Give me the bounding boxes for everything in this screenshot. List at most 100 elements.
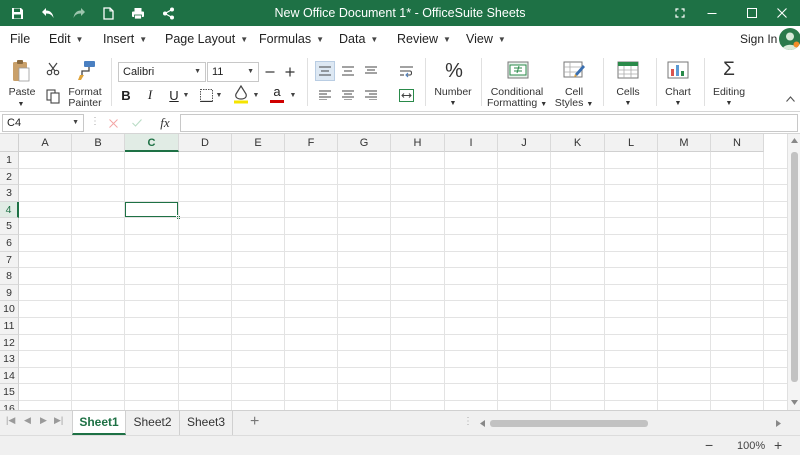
menu-page-layout[interactable]: Page Layout ▼ [165,26,248,52]
cut-icon[interactable] [44,60,62,78]
chart-label[interactable]: Chart [656,87,700,98]
tab-splitter-icon[interactable]: ⋮ [463,416,473,427]
cell-styles-icon[interactable] [561,58,587,82]
editing-label[interactable]: Editing [706,87,752,98]
menu-data[interactable]: Data ▼ [339,26,378,52]
collapse-ribbon-icon[interactable] [784,92,796,106]
add-sheet-button[interactable]: + [250,413,259,431]
scroll-down-icon[interactable] [791,400,798,405]
horizontal-scrollbar[interactable] [480,417,785,429]
save-icon[interactable] [6,0,28,26]
menu-file[interactable]: File [10,26,30,52]
undo-icon[interactable] [37,0,59,26]
new-document-icon[interactable] [97,0,119,26]
confirm-entry-icon[interactable] [128,114,146,132]
zoom-out-button[interactable]: − [705,436,713,454]
next-sheet-icon[interactable]: ▶ [40,415,47,426]
last-sheet-icon[interactable]: ▶| [54,415,63,426]
autosum-icon[interactable]: Σ [717,57,741,83]
font-color-button[interactable]: a [268,84,286,104]
formula-input[interactable] [180,114,798,132]
selected-cell[interactable] [124,200,181,221]
avatar[interactable] [779,28,800,50]
column-header-b[interactable]: B [72,134,125,152]
sign-in-link[interactable]: Sign In [740,26,777,52]
fill-color-dropdown-icon[interactable]: ▼ [252,88,260,102]
chevron-down-icon[interactable]: ▼ [445,98,461,109]
print-icon[interactable] [127,0,149,26]
column-header-k[interactable]: K [551,134,605,152]
row-header-4[interactable]: 4 [0,201,19,219]
menu-view[interactable]: View ▼ [466,26,506,52]
close-icon[interactable] [764,0,800,26]
column-header-l[interactable]: L [605,134,658,152]
bold-button[interactable]: B [118,86,134,104]
zoom-level[interactable]: 100% [737,436,765,455]
align-center-h-button[interactable] [338,85,358,105]
row-header-13[interactable]: 13 [0,351,19,368]
font-size-select[interactable]: 11 ▼ [207,62,259,82]
align-middle-button[interactable] [315,61,335,81]
minimize-icon[interactable] [694,0,730,26]
column-header-i[interactable]: I [445,134,498,152]
conditional-formatting-icon[interactable] [505,58,531,82]
align-right-button[interactable] [361,85,381,105]
menu-edit[interactable]: Edit ▼ [49,26,83,52]
prev-sheet-icon[interactable]: ◀ [24,415,31,426]
paste-button[interactable] [9,58,33,84]
row-header-7[interactable]: 7 [0,251,19,269]
scroll-left-icon[interactable] [480,420,485,427]
align-left-button[interactable] [315,85,335,105]
borders-dropdown-icon[interactable]: ▼ [215,88,223,102]
fill-color-icon[interactable] [232,84,250,104]
row-header-10[interactable]: 10 [0,301,19,318]
column-header-d[interactable]: D [179,134,232,152]
scroll-up-icon[interactable] [791,138,798,143]
chart-icon[interactable] [665,58,691,82]
vertical-scroll-thumb[interactable] [791,152,798,382]
align-top-button[interactable] [361,61,381,81]
row-header-1[interactable]: 1 [0,152,19,169]
wrap-text-icon[interactable] [396,61,416,81]
row-header-12[interactable]: 12 [0,334,19,352]
redo-icon[interactable] [68,0,90,26]
borders-icon[interactable] [198,86,214,104]
paste-dropdown-icon[interactable]: ▼ [14,99,28,110]
row-header-16[interactable]: 16 [0,401,19,410]
column-header-m[interactable]: M [658,134,711,152]
column-header-e[interactable]: E [232,134,285,152]
column-header-n[interactable]: N [711,134,764,152]
underline-button[interactable]: U [166,86,182,104]
sheet-tab-sheet1[interactable]: Sheet1 [72,411,126,435]
column-header-h[interactable]: H [391,134,445,152]
menu-formulas[interactable]: Formulas ▼ [259,26,324,52]
menu-insert[interactable]: Insert ▼ [103,26,147,52]
cell-styles-label[interactable]: Cell Styles ▼ [553,87,595,110]
zoom-in-button[interactable]: + [774,436,782,454]
cells-icon[interactable] [615,58,641,82]
row-header-2[interactable]: 2 [0,168,19,186]
font-color-dropdown-icon[interactable]: ▼ [289,88,297,102]
number-format-icon[interactable]: % [440,58,468,84]
merge-cells-icon[interactable] [396,85,416,105]
fullscreen-icon[interactable] [662,0,698,26]
menu-review[interactable]: Review ▼ [397,26,451,52]
horizontal-scroll-thumb[interactable] [490,420,648,427]
column-header-g[interactable]: G [338,134,391,152]
cell-area[interactable] [19,152,787,410]
row-header-15[interactable]: 15 [0,384,19,401]
row-header-11[interactable]: 11 [0,318,19,335]
vertical-scrollbar[interactable] [787,134,800,410]
cells-label[interactable]: Cells [606,87,650,98]
column-header-f[interactable]: F [285,134,338,152]
column-header-j[interactable]: J [498,134,551,152]
column-header-a[interactable]: A [19,134,72,152]
italic-button[interactable]: I [142,86,158,104]
row-header-14[interactable]: 14 [0,367,19,385]
sheet-tab-sheet3[interactable]: Sheet3 [180,411,233,435]
decrease-font-button[interactable] [262,62,278,82]
name-box[interactable]: C4 ▼ [2,114,84,132]
row-header-8[interactable]: 8 [0,268,19,285]
cancel-entry-icon[interactable] [104,114,122,132]
chevron-down-icon[interactable]: ▼ [670,98,686,109]
